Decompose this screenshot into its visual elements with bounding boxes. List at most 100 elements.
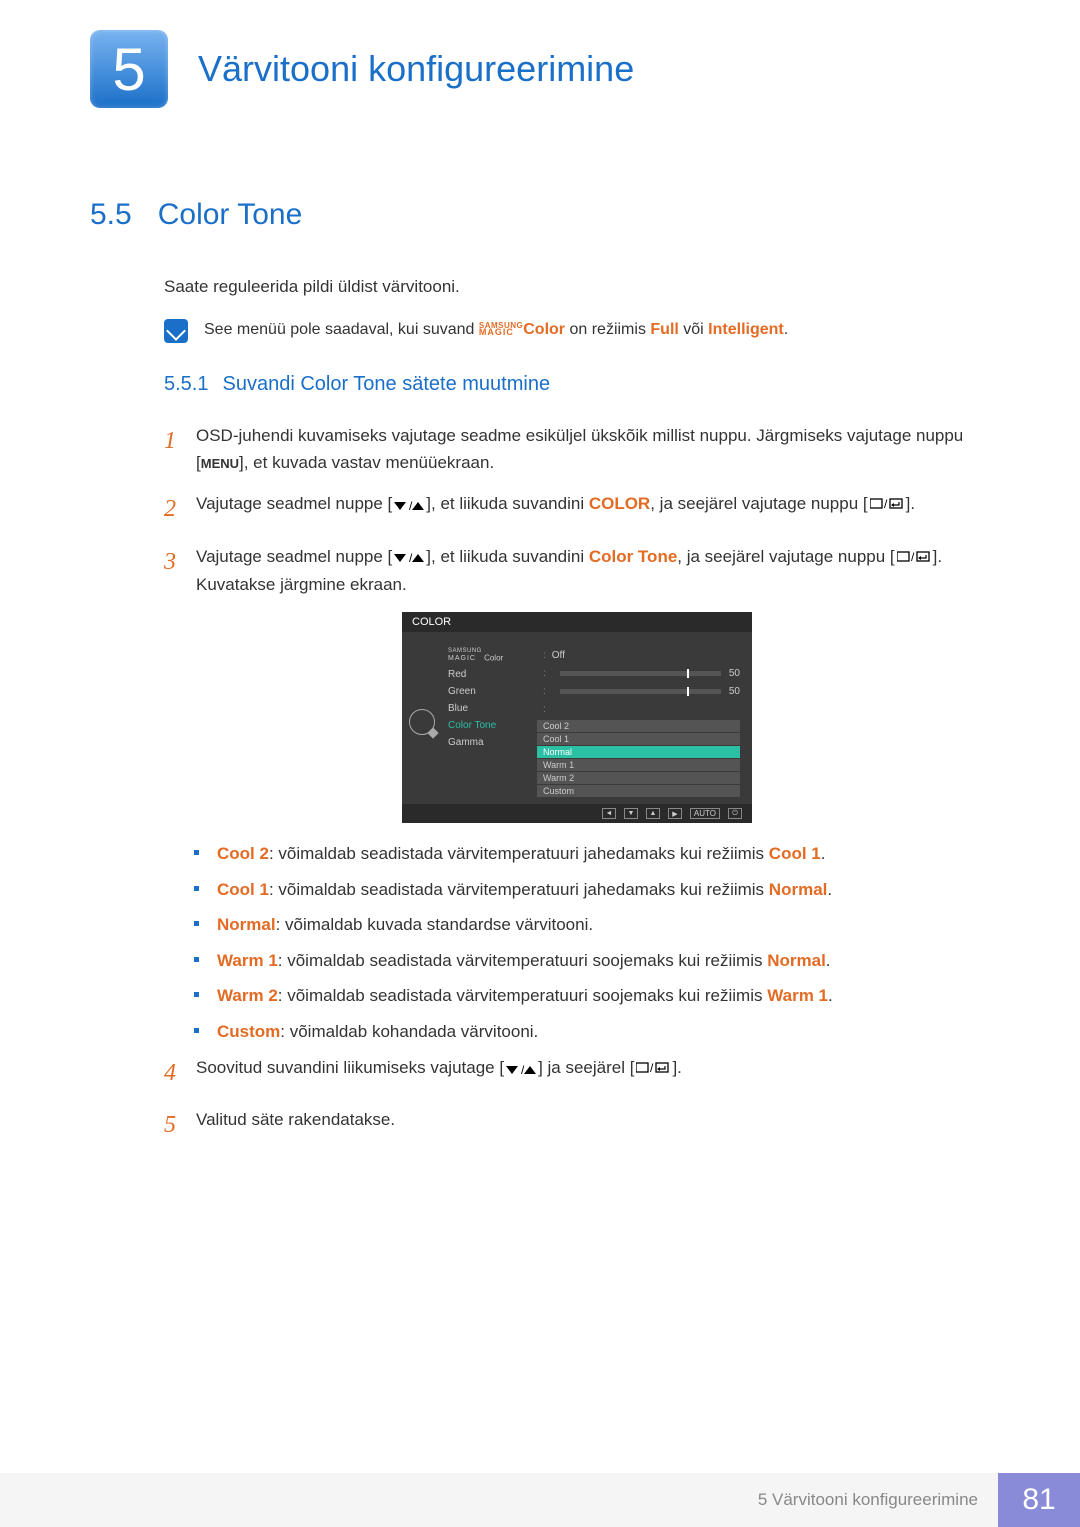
note-or: või xyxy=(679,321,708,338)
bullet-ref: Normal xyxy=(767,951,826,970)
section-title: Color Tone xyxy=(158,198,303,232)
osd-footer-auto: AUTO xyxy=(690,808,720,819)
step-2-text-d: ]. xyxy=(906,494,915,513)
osd-footer-enter-icon: ▶ xyxy=(668,808,682,819)
intro-text: Saate reguleerida pildi üldist värvitoon… xyxy=(164,277,990,297)
bullet-suffix: . xyxy=(821,844,826,863)
step-2-target: COLOR xyxy=(589,494,650,513)
svg-text:/: / xyxy=(650,1062,654,1074)
note-color: Color xyxy=(523,321,565,338)
bullet-lead: Custom xyxy=(217,1022,280,1041)
bullet-dot-icon xyxy=(194,886,199,891)
osd-footer: ◄ ▼ ▲ ▶ AUTO ⏻ xyxy=(402,804,752,823)
svg-text:/: / xyxy=(409,500,413,512)
osd-tone-option-selected: Normal xyxy=(537,746,740,759)
note-prefix: See menüü pole saadaval, kui suvand xyxy=(204,321,479,338)
bullet-suffix: . xyxy=(827,880,832,899)
bullet-cool1: Cool 1: võimaldab seadistada värvitemper… xyxy=(194,877,990,903)
down-up-arrows-icon: / xyxy=(394,544,424,571)
page-footer: 5 Värvitooni konfigureerimine 81 xyxy=(0,1473,1080,1527)
bullet-cool2: Cool 2: võimaldab seadistada värvitemper… xyxy=(194,841,990,867)
step-5-text: Valitud säte rakendatakse. xyxy=(196,1110,395,1129)
osd-tone-option: Warm 1 xyxy=(537,759,740,772)
step-number: 4 xyxy=(164,1054,196,1092)
step-1: 1 OSD-juhendi kuvamiseks vajutage seadme… xyxy=(164,422,990,476)
chapter-number-badge: 5 xyxy=(90,30,168,108)
osd-tone-option: Cool 2 xyxy=(537,720,740,733)
bullet-ref: Warm 1 xyxy=(767,986,828,1005)
bullet-suffix: . xyxy=(828,986,833,1005)
step-5: 5 Valitud säte rakendatakse. xyxy=(164,1106,990,1144)
bullet-text: : võimaldab seadistada värvitemperatuuri… xyxy=(269,844,769,863)
osd-footer-up-icon: ▲ xyxy=(646,808,660,819)
step-3-target: Color Tone xyxy=(589,547,677,566)
note-text: See menüü pole saadaval, kui suvand SAMS… xyxy=(204,319,788,341)
osd-value-magiccolor: Off xyxy=(552,650,740,661)
bullet-lead: Normal xyxy=(217,915,276,934)
section-number: 5.5 xyxy=(90,198,132,232)
step-number: 1 xyxy=(164,422,196,460)
bullet-warm2: Warm 2: võimaldab seadistada värvitemper… xyxy=(194,983,990,1009)
step-4: 4 Soovitud suvandini liikumiseks vajutag… xyxy=(164,1054,990,1092)
osd-screenshot: COLOR SAMSUNGMAGIC Color Red Green xyxy=(164,612,990,823)
bullet-dot-icon xyxy=(194,921,199,926)
note-intelligent: Intelligent xyxy=(708,321,784,338)
bullet-lead: Warm 1 xyxy=(217,951,278,970)
osd-footer-left-icon: ◄ xyxy=(602,808,616,819)
bullet-ref: Cool 1 xyxy=(769,844,821,863)
bullet-dot-icon xyxy=(194,992,199,997)
step-2-text-c: , ja seejärel vajutage nuppu [ xyxy=(650,494,867,513)
osd-tone-option: Cool 1 xyxy=(537,733,740,746)
note-full: Full xyxy=(650,321,678,338)
bullet-lead: Warm 2 xyxy=(217,986,278,1005)
palette-icon xyxy=(409,709,435,735)
step-3-text-a: Vajutage seadmel nuppe [ xyxy=(196,547,392,566)
osd-value-red: 50 xyxy=(729,668,740,679)
osd-footer-power-icon: ⏻ xyxy=(728,808,742,819)
step-3-text-c: , ja seejärel vajutage nuppu [ xyxy=(677,547,894,566)
step-3: 3 Vajutage seadmel nuppe [ / ], et liikuda… xyxy=(164,543,990,598)
down-up-arrows-icon: / xyxy=(394,491,424,518)
subsection-number: 5.5.1 xyxy=(164,373,208,396)
bullet-ref: Normal xyxy=(769,880,828,899)
bullet-lead: Cool 2 xyxy=(217,844,269,863)
step-2: 2 Vajutage seadmel nuppe [/], et liikuda… xyxy=(164,490,990,528)
osd-label-red: Red xyxy=(442,666,537,683)
osd-value-green: 50 xyxy=(729,686,740,697)
step-4-text-a: Soovitud suvandini liikumiseks vajutage … xyxy=(196,1058,504,1077)
bullet-suffix: . xyxy=(826,951,831,970)
step-3-text-b: ], et liikuda suvandini xyxy=(426,547,589,566)
footer-text: 5 Värvitooni konfigureerimine xyxy=(0,1473,998,1527)
chapter-header: 5 Värvitooni konfigureerimine xyxy=(90,30,990,108)
step-1-text-b: ], et kuvada vastav menüüekraan. xyxy=(239,453,494,472)
step-2-text-b: ], et liikuda suvandini xyxy=(426,494,589,513)
step-number: 2 xyxy=(164,490,196,528)
step-4-text-b: ] ja seejärel [ xyxy=(538,1058,634,1077)
subsection-title: Suvandi Color Tone sätete muutmine xyxy=(222,373,550,396)
bullet-normal: Normal: võimaldab kuvada standardse värv… xyxy=(194,912,990,938)
bullet-text: : võimaldab seadistada värvitemperatuuri… xyxy=(278,986,767,1005)
svg-text:/: / xyxy=(911,551,915,563)
svg-text:/: / xyxy=(409,552,413,564)
osd-label-gamma: Gamma xyxy=(442,734,537,751)
chapter-title: Värvitooni konfigureerimine xyxy=(198,48,634,90)
step-number: 3 xyxy=(164,543,196,581)
down-up-arrows-icon: / xyxy=(506,1055,536,1082)
osd-slider-green xyxy=(560,689,721,694)
source-enter-icon: / xyxy=(636,1055,670,1082)
osd-label-magiccolor: SAMSUNGMAGIC Color xyxy=(442,646,537,666)
menu-label: MENU xyxy=(201,456,239,471)
osd-footer-down-icon: ▼ xyxy=(624,808,638,819)
osd-label-green: Green xyxy=(442,683,537,700)
bullet-custom: Custom: võimaldab kohandada värvitooni. xyxy=(194,1019,990,1045)
osd-title: COLOR xyxy=(402,612,752,632)
source-enter-icon: / xyxy=(897,544,931,571)
osd-label-colortone: Color Tone xyxy=(442,717,537,734)
step-number: 5 xyxy=(164,1106,196,1144)
bullet-text: : võimaldab seadistada värvitemperatuuri… xyxy=(278,951,767,970)
note-mid: on režiimis xyxy=(565,321,650,338)
bullet-lead: Cool 1 xyxy=(217,880,269,899)
bullet-dot-icon xyxy=(194,1028,199,1033)
bullet-warm1: Warm 1: võimaldab seadistada värvitemper… xyxy=(194,948,990,974)
source-enter-icon: / xyxy=(870,491,904,518)
